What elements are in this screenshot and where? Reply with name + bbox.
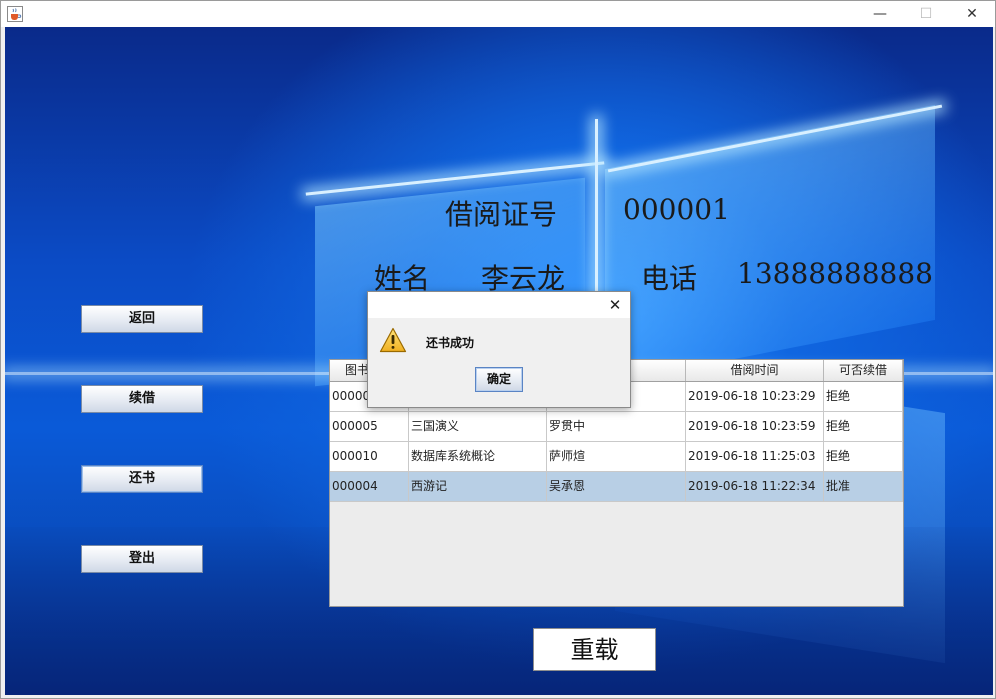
logout-button[interactable]: 登出 xyxy=(81,545,203,573)
cell-title: 数据库系统概论 xyxy=(409,442,547,471)
message-dialog: ✕ 还书成功 确定 xyxy=(367,291,631,408)
cell-borrow-time: 2019-06-18 10:23:29 xyxy=(686,382,824,411)
renew-button[interactable]: 续借 xyxy=(81,385,203,413)
cell-borrow-time: 2019-06-18 11:22:34 xyxy=(686,472,824,501)
column-header[interactable]: 可否续借 xyxy=(824,360,903,381)
dialog-title-bar[interactable]: ✕ xyxy=(368,292,630,318)
app-window: — ☐ ✕ 借阅证号 000001 姓名 李云龙 电话 13888888888 … xyxy=(0,0,996,699)
cell-renewable: 拒绝 xyxy=(824,382,903,411)
background-pane xyxy=(605,104,935,385)
cell-book-id: 000004 xyxy=(330,472,409,501)
warning-triangle-icon xyxy=(379,327,407,353)
table-row[interactable]: 000010 数据库系统概论 萨师煊 2019-06-18 11:25:03 拒… xyxy=(330,442,903,472)
minimize-button[interactable]: — xyxy=(857,1,903,27)
cell-author: 吴承恩 xyxy=(547,472,686,501)
cell-title: 西游记 xyxy=(409,472,547,501)
java-cup-icon xyxy=(7,6,23,22)
cell-book-id: 000005 xyxy=(330,412,409,441)
return-book-button[interactable]: 还书 xyxy=(81,465,203,493)
back-button[interactable]: 返回 xyxy=(81,305,203,333)
column-header[interactable]: 借阅时间 xyxy=(686,360,824,381)
dialog-close-button[interactable]: ✕ xyxy=(604,293,626,317)
phone-label: 电话 xyxy=(641,262,698,295)
cell-renewable: 拒绝 xyxy=(824,442,903,471)
cell-renewable: 拒绝 xyxy=(824,412,903,441)
dialog-message: 还书成功 xyxy=(426,336,475,350)
phone-value: 13888888888 xyxy=(737,257,933,290)
cell-renewable: 批准 xyxy=(824,472,903,501)
cell-author: 萨师煊 xyxy=(547,442,686,471)
cell-author: 罗贯中 xyxy=(547,412,686,441)
ok-button[interactable]: 确定 xyxy=(475,367,523,392)
table-row-selected[interactable]: 000004 西游记 吴承恩 2019-06-18 11:22:34 批准 xyxy=(330,472,903,502)
title-bar[interactable]: — ☐ ✕ xyxy=(1,1,995,27)
cell-borrow-time: 2019-06-18 10:23:59 xyxy=(686,412,824,441)
card-number-label: 借阅证号 xyxy=(445,198,558,231)
close-window-button[interactable]: ✕ xyxy=(949,1,995,27)
cell-book-id: 000010 xyxy=(330,442,409,471)
cell-borrow-time: 2019-06-18 11:25:03 xyxy=(686,442,824,471)
reload-button[interactable]: 重载 xyxy=(533,628,656,671)
cell-title: 三国演义 xyxy=(409,412,547,441)
card-number-value: 000001 xyxy=(623,193,730,226)
table-row[interactable]: 000005 三国演义 罗贯中 2019-06-18 10:23:59 拒绝 xyxy=(330,412,903,442)
maximize-button[interactable]: ☐ xyxy=(903,1,949,27)
